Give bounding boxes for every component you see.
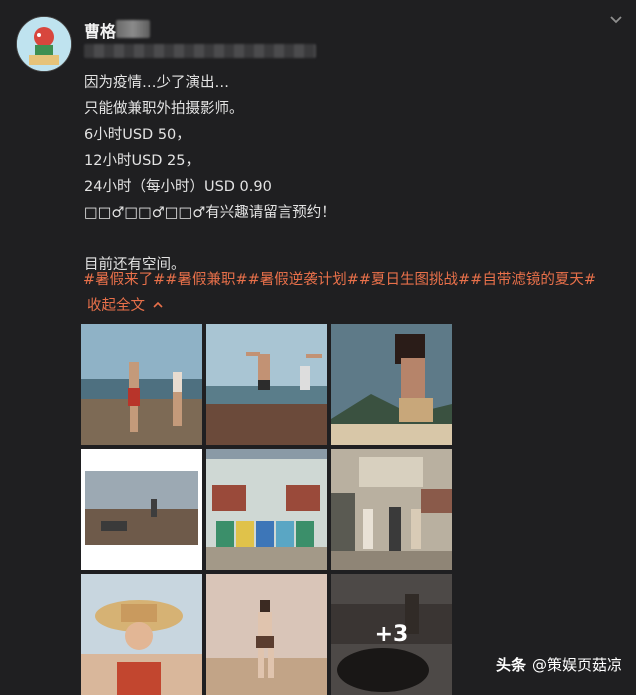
more-photos-count: +3 — [331, 574, 452, 695]
photo-thumbnail[interactable] — [206, 449, 327, 570]
collapse-text-button[interactable]: 收起全文 — [87, 294, 165, 315]
photo-thumbnail-more[interactable]: +3 — [331, 574, 452, 695]
avatar[interactable] — [16, 16, 72, 72]
post-text-line: 因为疫情…少了演出… — [84, 75, 229, 91]
post-text-line: 24小时（每小时）USD 0.90 — [84, 179, 272, 195]
photo-grid: +3 — [81, 324, 452, 695]
post-body: 因为疫情…少了演出… 只能做兼职外拍摄影师。 6小时USD 50， 12小时US… — [84, 70, 604, 278]
username[interactable]: 曹格 — [84, 18, 116, 42]
username-redaction — [116, 20, 150, 38]
post-text-line: □□♂□□♂□□♂有兴趣请留言预约！ — [84, 205, 336, 221]
watermark-account: @策娱页菇凉 — [531, 656, 622, 674]
photo-thumbnail[interactable] — [331, 324, 452, 445]
watermark: 头条 @策娱页菇凉 — [496, 654, 622, 675]
chevron-down-icon[interactable] — [606, 10, 626, 30]
post-meta-redaction — [84, 44, 316, 58]
hashtags[interactable]: #暑假来了##暑假兼职##暑假逆袭计划##夏日生图挑战##自带滤镜的夏天# — [83, 268, 596, 289]
photo-thumbnail[interactable] — [206, 574, 327, 695]
post-text-line: 6小时USD 50， — [84, 127, 191, 143]
post-text-line: 12小时USD 25， — [84, 153, 200, 169]
photo-thumbnail[interactable] — [206, 324, 327, 445]
chevron-up-icon — [153, 301, 163, 308]
photo-thumbnail[interactable] — [81, 574, 202, 695]
photo-thumbnail[interactable] — [81, 324, 202, 445]
post-text-gap — [84, 226, 604, 252]
collapse-label: 收起全文 — [87, 298, 145, 314]
photo-thumbnail[interactable] — [81, 449, 202, 570]
watermark-brand: 头条 — [495, 656, 526, 674]
post-text-line: 只能做兼职外拍摄影师。 — [84, 101, 244, 117]
photo-thumbnail[interactable] — [331, 449, 452, 570]
